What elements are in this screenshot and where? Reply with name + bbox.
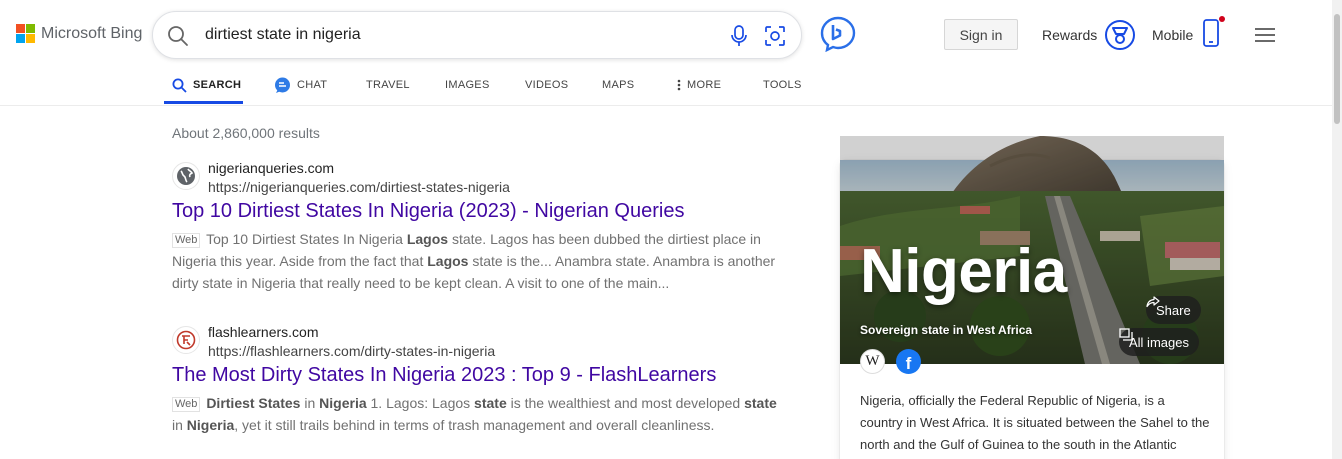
all-images-label: All images	[1129, 334, 1189, 350]
tab-label: MORE	[687, 79, 722, 91]
result-snippet: Web Top 10 Dirtiest States In Nigeria La…	[172, 228, 784, 294]
more-vertical-icon	[677, 79, 681, 91]
share-icon	[1146, 296, 1160, 308]
tab-images[interactable]: IMAGES	[445, 66, 490, 104]
share-button[interactable]: Share	[1146, 296, 1201, 324]
panel-description: Nigeria, officially the Federal Republic…	[860, 393, 1210, 452]
tab-label: TOOLS	[763, 79, 802, 91]
microphone-icon[interactable]	[729, 25, 749, 47]
search-icon	[172, 78, 187, 93]
sign-in-button[interactable]: Sign in	[944, 19, 1018, 50]
chat-icon	[275, 77, 290, 93]
result-site-name[interactable]: nigerianqueries.com	[208, 160, 334, 176]
snippet-text: Dirtiest States in Nigeria 1. Lagos: Lag…	[172, 395, 777, 433]
snippet-text: Top 10 Dirtiest States In Nigeria Lagos …	[172, 231, 776, 291]
rewards-icon[interactable]	[1104, 19, 1136, 51]
tab-search[interactable]: SEARCH	[172, 66, 241, 104]
flashlearners-logo-icon[interactable]	[172, 326, 200, 354]
tab-travel[interactable]: TRAVEL	[366, 66, 410, 104]
tab-maps[interactable]: MAPS	[602, 66, 634, 104]
tab-label: SEARCH	[193, 79, 242, 91]
tab-label: VIDEOS	[525, 79, 569, 91]
search-icon[interactable]	[167, 25, 189, 47]
tab-label: MAPS	[602, 79, 635, 91]
result-title-link[interactable]: The Most Dirty States In Nigeria 2023 : …	[172, 364, 716, 387]
scrollbar-thumb[interactable]	[1334, 14, 1340, 124]
all-images-button[interactable]: All images	[1119, 328, 1199, 356]
result-site-name[interactable]: flashlearners.com	[208, 324, 319, 340]
search-input[interactable]: dirtiest state in nigeria	[205, 26, 361, 44]
web-tag: Web	[172, 397, 201, 412]
tab-label: CHAT	[297, 79, 328, 91]
search-box[interactable]: dirtiest state in nigeria	[152, 11, 802, 59]
web-tag: Web	[172, 233, 201, 248]
tab-more[interactable]: MORE	[677, 66, 721, 104]
result-snippet: Web Dirtiest States in Nigeria 1. Lagos:…	[172, 392, 784, 436]
tab-label: TRAVEL	[366, 79, 410, 91]
tab-chat[interactable]: CHAT	[274, 66, 327, 104]
rewards-link[interactable]: Rewards	[1042, 27, 1097, 43]
mobile-phone-icon[interactable]	[1201, 16, 1227, 50]
images-icon	[1119, 328, 1133, 341]
tab-videos[interactable]: VIDEOS	[525, 66, 568, 104]
panel-title: Nigeria	[860, 237, 1067, 306]
result-title-link[interactable]: Top 10 Dirtiest States In Nigeria (2023)…	[172, 200, 684, 223]
tab-label: IMAGES	[445, 79, 490, 91]
facebook-icon[interactable]: f	[896, 349, 921, 374]
wikipedia-icon[interactable]: W	[860, 349, 885, 374]
globe-icon[interactable]	[172, 162, 200, 190]
bing-logo[interactable]: Microsoft Bing	[16, 24, 142, 43]
share-label: Share	[1156, 302, 1191, 318]
hamburger-menu-icon[interactable]	[1254, 27, 1276, 43]
visual-search-icon[interactable]	[764, 25, 786, 47]
panel-hero-image[interactable]: Nigeria Sovereign state in West Africa S…	[840, 136, 1224, 364]
result-url[interactable]: https://nigerianqueries.com/dirtiest-sta…	[208, 179, 510, 195]
header-divider	[0, 105, 1332, 106]
mobile-link[interactable]: Mobile	[1152, 27, 1193, 43]
logo-text: Microsoft Bing	[41, 24, 143, 42]
active-tab-indicator	[164, 101, 243, 104]
tab-tools[interactable]: TOOLS	[763, 66, 802, 104]
result-url[interactable]: https://flashlearners.com/dirty-states-i…	[208, 343, 495, 359]
panel-subtitle: Sovereign state in West Africa	[860, 323, 1033, 337]
results-count: About 2,860,000 results	[172, 125, 320, 141]
copilot-icon[interactable]	[820, 16, 856, 52]
microsoft-logo-icon	[16, 24, 35, 43]
